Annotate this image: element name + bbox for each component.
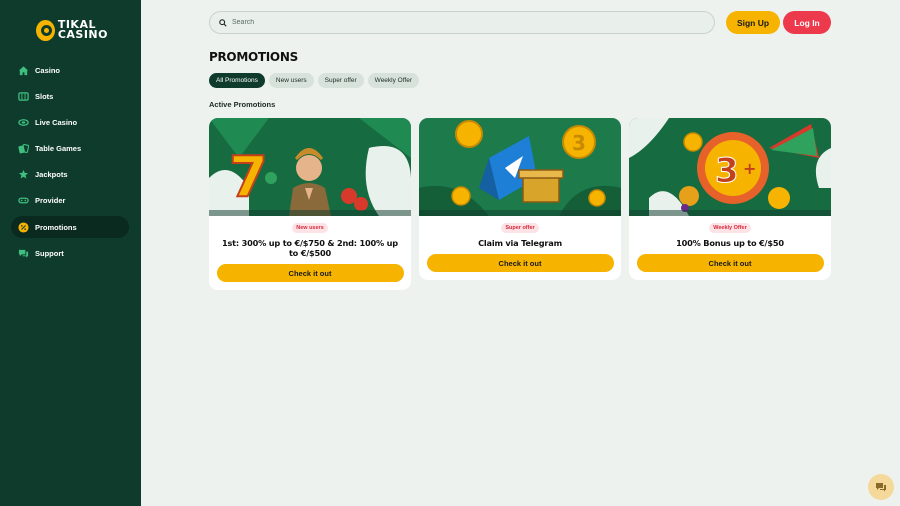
filter-all-promotions[interactable]: All Promotions — [209, 73, 265, 88]
sidebar: TIKAL CASINO Casino Slots Live Casino Ta… — [0, 0, 141, 506]
svg-text:7: 7 — [229, 145, 268, 210]
promo-title: 1st: 300% up to €/$750 & 2nd: 100% up to… — [222, 238, 398, 258]
section-title: Active Promotions — [209, 100, 276, 109]
star-burst-icon — [18, 169, 29, 180]
promo-badge: Weekly Offer — [709, 223, 751, 233]
logo-mark-icon — [36, 19, 55, 41]
sidebar-item-jackpots[interactable]: Jackpots — [11, 164, 129, 186]
filter-weekly-offer[interactable]: Weekly Offer — [367, 73, 419, 88]
filter-super-offer[interactable]: Super offer — [317, 73, 364, 88]
svg-text:3: 3 — [572, 131, 586, 155]
sidebar-item-support[interactable]: Support — [11, 242, 129, 264]
sidebar-item-live-casino[interactable]: Live Casino — [11, 111, 129, 133]
home-icon — [18, 65, 29, 76]
tikal-casino-logo[interactable]: TIKAL CASINO — [36, 17, 108, 43]
chat-icon — [876, 483, 886, 492]
check-it-out-button[interactable]: Check it out — [216, 264, 404, 282]
sidebar-item-promotions[interactable]: Promotions — [11, 216, 129, 239]
page-title: PROMOTIONS — [209, 50, 298, 64]
filter-new-users[interactable]: New users — [268, 73, 314, 88]
sidebar-item-label: Slots — [35, 91, 54, 101]
promo-card-new-users: 7 New users 1st: 300% up to €/$750 & 2nd… — [209, 118, 411, 290]
sidebar-item-label: Support — [35, 248, 64, 258]
promo-badge: Super offer — [501, 223, 539, 233]
gamepad-icon — [18, 195, 29, 206]
promo-image-fruit-wheel[interactable]: 3 + — [629, 118, 831, 216]
chat-icon — [18, 248, 29, 259]
promo-card-super-offer: 3 Super offer Claim via Telegram Check i… — [419, 118, 621, 280]
slot-machine-icon — [18, 91, 29, 102]
sidebar-item-casino[interactable]: Casino — [11, 59, 129, 81]
check-it-out-button[interactable]: Check it out — [636, 254, 824, 272]
log-in-button[interactable]: Log In — [783, 11, 831, 34]
svg-text:+: + — [743, 159, 756, 178]
promo-badge: New users — [292, 223, 328, 233]
sidebar-item-label: Promotions — [35, 222, 77, 232]
promo-title: Claim via Telegram — [478, 238, 562, 248]
cards-icon — [18, 143, 29, 154]
sidebar-item-label: Table Games — [35, 144, 82, 154]
promo-title: 100% Bonus up to €/$50 — [676, 238, 784, 248]
sidebar-item-label: Live Casino — [35, 117, 78, 127]
search-input[interactable] — [232, 19, 692, 26]
logo-line-2: CASINO — [57, 28, 108, 41]
live-casino-icon — [18, 117, 29, 128]
percent-icon — [18, 222, 29, 233]
promo-image-telegram[interactable]: 3 — [419, 118, 621, 216]
sidebar-item-provider[interactable]: Provider — [11, 190, 129, 212]
sidebar-item-slots[interactable]: Slots — [11, 85, 129, 107]
promo-image-explorer[interactable]: 7 — [209, 118, 411, 216]
sidebar-nav: Casino Slots Live Casino Table Games Jac… — [11, 59, 129, 269]
sidebar-item-label: Provider — [35, 196, 66, 206]
sign-up-button[interactable]: Sign Up — [726, 11, 780, 34]
sidebar-item-label: Jackpots — [35, 170, 68, 180]
live-chat-button[interactable] — [868, 474, 894, 500]
sidebar-item-table-games[interactable]: Table Games — [11, 138, 129, 160]
promotion-filters: All Promotions New users Super offer Wee… — [209, 73, 419, 88]
svg-text:3: 3 — [715, 151, 739, 191]
search-bar[interactable] — [209, 11, 715, 34]
promo-card-weekly-offer: 3 + Weekly Offer 100% Bonus up to €/$50 … — [629, 118, 831, 280]
search-icon — [219, 18, 227, 27]
sidebar-item-label: Casino — [35, 65, 61, 75]
check-it-out-button[interactable]: Check it out — [426, 254, 614, 272]
